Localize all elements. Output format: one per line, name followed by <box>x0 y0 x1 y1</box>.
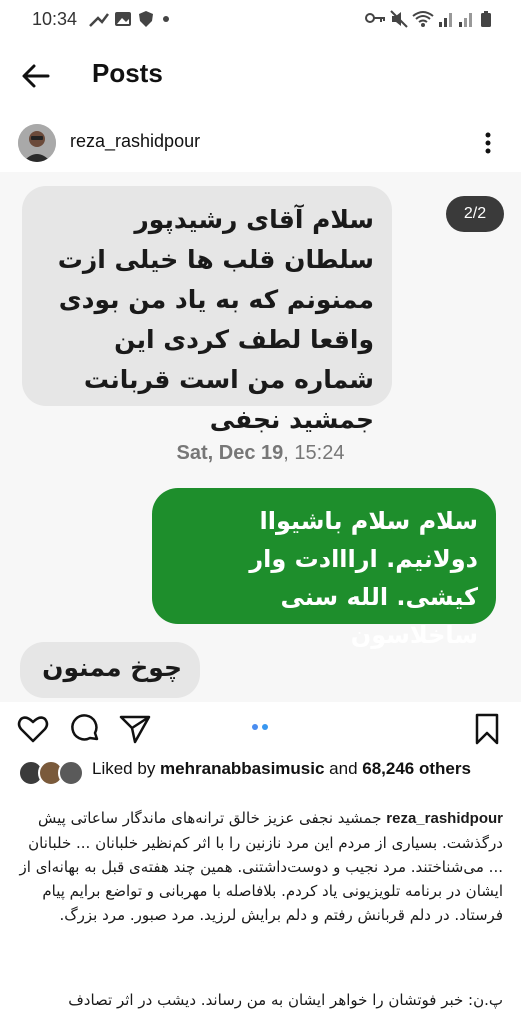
liked-by-text[interactable]: Liked by mehranabbasimusic and 68,246 ot… <box>92 758 492 780</box>
back-arrow-icon[interactable] <box>20 60 52 92</box>
liked-by-middle: and <box>324 759 363 778</box>
signal-icon <box>459 13 472 27</box>
liker-avatar <box>58 760 84 786</box>
received-message-bubble: سلام آقای رشیدپور سلطان قلب ها خیلی ازت … <box>22 186 392 434</box>
post-actions <box>0 706 521 752</box>
message-date-time: , 15:24 <box>283 442 345 464</box>
wifi-icon <box>412 11 434 27</box>
more-options-icon[interactable] <box>476 128 500 158</box>
post-image[interactable]: سلام آقای رشیدپور سلطان قلب ها خیلی ازت … <box>0 172 521 702</box>
liked-by-prefix: Liked by <box>92 759 161 778</box>
heart-icon[interactable] <box>16 712 50 746</box>
page-title: Posts <box>92 58 163 88</box>
sent-message-bubble: سلام سلام باشیواا دولانیم. ارااادت وار ک… <box>152 488 496 649</box>
likes-others: others <box>414 759 471 778</box>
message-date: Sat, Dec 19, 15:24 <box>0 442 521 465</box>
avatar[interactable] <box>18 124 56 162</box>
signal-icon <box>439 13 452 27</box>
image-icon <box>115 12 131 26</box>
page-indicator: 2/2 <box>446 196 504 232</box>
dot-icon <box>163 16 169 22</box>
caption-username[interactable]: reza_rashidpour <box>386 810 503 827</box>
likes-row: Liked by mehranabbasimusic and 68,246 ot… <box>0 758 521 802</box>
status-bar: 10:34 <box>0 0 521 38</box>
caption-text-2: پ.ن: خبر فوتشان را خواهر ایشان به من رسا… <box>68 991 503 1009</box>
post-username[interactable]: reza_rashidpour <box>70 131 200 152</box>
post-header: reza_rashidpour <box>0 118 521 170</box>
key-icon <box>365 13 385 23</box>
carousel-dots <box>252 724 268 730</box>
bookmark-icon[interactable] <box>470 712 504 746</box>
likes-count[interactable]: 68,246 <box>362 759 414 778</box>
share-icon[interactable] <box>118 712 152 746</box>
comment-icon[interactable] <box>68 712 102 746</box>
liked-by-user[interactable]: mehranabbasimusic <box>160 759 324 778</box>
received-message-bubble-2: چوخ ممنون <box>20 642 200 698</box>
shield-icon <box>139 11 153 27</box>
battery-icon <box>481 11 491 27</box>
message-date-day: Sat, Dec 19 <box>176 442 284 464</box>
app-bar: Posts <box>0 40 521 112</box>
avatar-image <box>18 124 56 162</box>
cast-icon <box>89 13 109 27</box>
mute-icon <box>390 10 408 28</box>
post-caption: reza_rashidpour جمشید نجفی عزیز خالق ترا… <box>18 806 503 966</box>
status-time: 10:34 <box>32 9 78 29</box>
